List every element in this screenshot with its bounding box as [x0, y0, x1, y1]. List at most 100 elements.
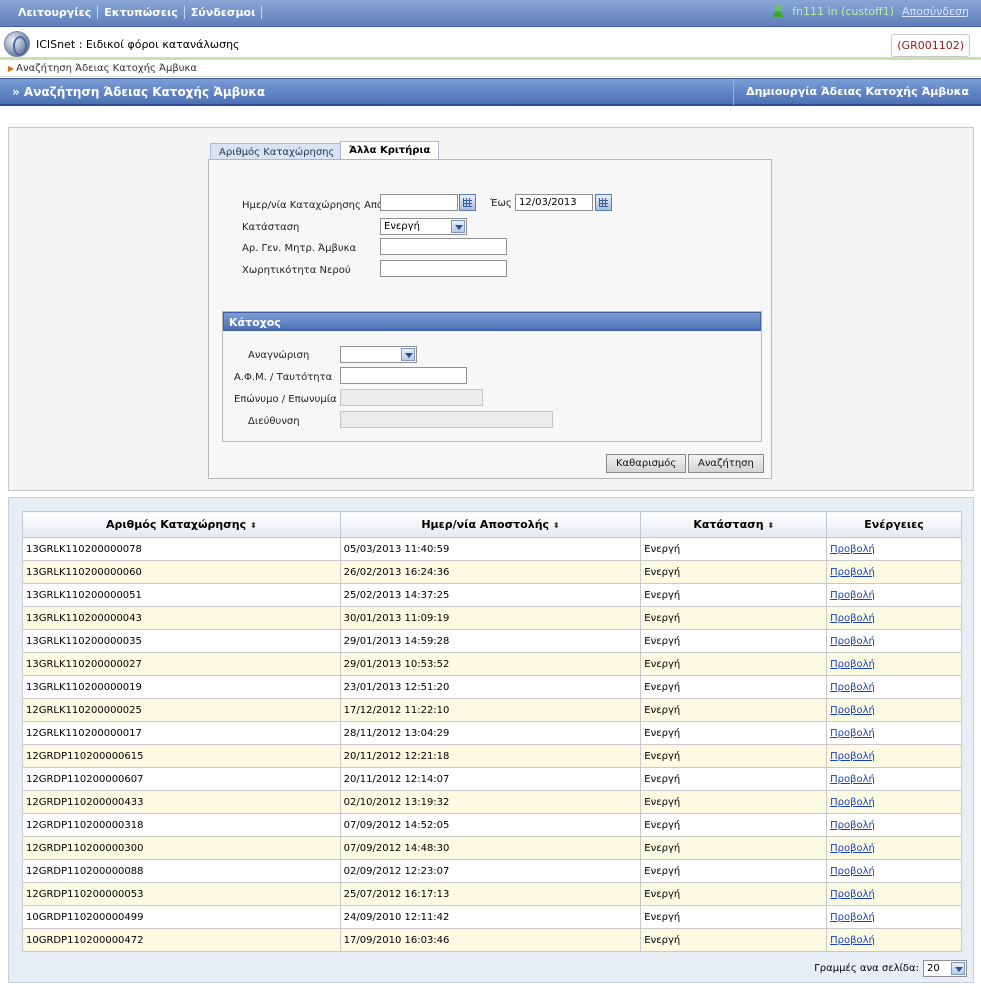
- col-actions: Ενέργειες: [826, 511, 962, 538]
- view-link[interactable]: Προβολή: [830, 613, 875, 624]
- tab-other-criteria[interactable]: Άλλα Κριτήρια: [340, 141, 440, 161]
- table-row: 10GRDP110200000499 24/09/2010 12:11:42 Ενε…: [22, 905, 962, 929]
- registration-number-cell: 12GRDP110200000300: [22, 836, 341, 860]
- rows-per-page-select[interactable]: 20: [923, 960, 967, 977]
- send-date-cell: 20/11/2012 12:14:07: [339, 767, 642, 791]
- registration-number-cell: 13GRLK110200000019: [22, 675, 341, 699]
- view-link[interactable]: Προβολή: [830, 590, 875, 601]
- date-to-input[interactable]: 12/03/2013: [515, 194, 593, 211]
- main-menu: Λειτουργίες Εκτυπώσεις Σύνδεσμοι: [12, 6, 263, 19]
- view-link[interactable]: Προβολή: [830, 866, 875, 877]
- results-panel: Αριθμός Καταχώρησης ⬍ Ημερ/νία Αποστολής…: [8, 497, 974, 983]
- chevron-down-icon: [401, 348, 415, 361]
- view-link[interactable]: Προβολή: [830, 889, 875, 900]
- search-button[interactable]: Αναζήτηση: [688, 454, 764, 473]
- status-label: Κατάσταση: [242, 222, 300, 233]
- menu-prints[interactable]: Εκτυπώσεις: [98, 6, 185, 19]
- view-link[interactable]: Προβολή: [830, 935, 875, 946]
- status-select-value: Ενεργή: [384, 221, 420, 232]
- send-date-cell: 25/02/2013 14:37:25: [339, 583, 642, 607]
- water-capacity-input[interactable]: [380, 260, 507, 277]
- gen-reg-label: Αρ. Γεν. Μητρ. Άμβυκα: [242, 243, 357, 254]
- menu-functions[interactable]: Λειτουργίες: [12, 6, 99, 19]
- view-link[interactable]: Προβολή: [830, 544, 875, 555]
- date-to-label: Έως: [490, 198, 512, 209]
- create-license-link[interactable]: Δημιουργία Άδειας Κατοχής Άμβυκα: [733, 79, 981, 105]
- table-row: 12GRDP110200000607 20/11/2012 12:14:07 Ενε…: [22, 767, 962, 791]
- date-from-label: Ημερ/νία Καταχώρησης Από: [242, 200, 384, 211]
- view-link[interactable]: Προβολή: [830, 728, 875, 739]
- globe-logo-icon: [4, 31, 30, 57]
- actions-cell: Προβολή: [826, 698, 962, 722]
- name-label: Επώνυμο / Επωνυμία: [234, 394, 337, 405]
- criteria-form: Ημερ/νία Καταχώρησης Από Έως 12/03/2013 …: [208, 159, 772, 479]
- logout-link[interactable]: Αποσύνδεση: [902, 5, 969, 18]
- pager: Γραμμές ανα σελίδα: 20: [814, 960, 967, 977]
- afm-input[interactable]: [340, 367, 467, 384]
- date-from-input[interactable]: [380, 194, 458, 211]
- table-row: 12GRDP110200000300 07/09/2012 14:48:30 Ενε…: [22, 836, 962, 860]
- breadcrumb-item[interactable]: Αναζήτηση Άδειας Κατοχής Άμβυκα: [16, 63, 197, 74]
- clear-button[interactable]: Καθαρισμός: [606, 454, 687, 473]
- registration-number-cell: 12GRLK110200000017: [22, 721, 341, 745]
- view-link[interactable]: Προβολή: [830, 682, 875, 693]
- status-select[interactable]: Ενεργή: [380, 218, 467, 235]
- date-to-calendar-icon[interactable]: [595, 194, 612, 211]
- view-link[interactable]: Προβολή: [830, 774, 875, 785]
- actions-cell: Προβολή: [826, 606, 962, 630]
- view-link[interactable]: Προβολή: [830, 820, 875, 831]
- status-cell: Ενεργή: [640, 560, 828, 584]
- send-date-cell: 20/11/2012 12:21:18: [339, 744, 642, 768]
- view-link[interactable]: Προβολή: [830, 751, 875, 762]
- menu-links[interactable]: Σύνδεσμοι: [185, 6, 263, 19]
- registration-number-cell: 12GRDP110200000088: [22, 859, 341, 883]
- view-link[interactable]: Προβολή: [830, 797, 875, 808]
- table-row: 12GRDP110200000615 20/11/2012 12:21:18 Ενε…: [22, 744, 962, 768]
- col-send-date[interactable]: Ημερ/νία Αποστολής ⬍: [339, 511, 642, 538]
- actions-cell: Προβολή: [826, 629, 962, 653]
- send-date-cell: 24/09/2010 12:11:42: [339, 905, 642, 929]
- send-date-cell: 05/03/2013 11:40:59: [339, 537, 642, 561]
- registration-number-cell: 10GRDP110200000499: [22, 905, 341, 929]
- status-cell: Ενεργή: [640, 537, 828, 561]
- app-title: ICISnet : Ειδικοί φόροι κατανάλωσης: [36, 38, 240, 51]
- chevron-down-icon: [451, 220, 465, 233]
- registration-number-cell: 13GRLK110200000043: [22, 606, 341, 630]
- send-date-cell: 29/01/2013 14:59:28: [339, 629, 642, 653]
- actions-cell: Προβολή: [826, 744, 962, 768]
- view-link[interactable]: Προβολή: [830, 567, 875, 578]
- view-link[interactable]: Προβολή: [830, 912, 875, 923]
- actions-cell: Προβολή: [826, 928, 962, 952]
- table-row: 12GRDP110200000433 02/10/2012 13:19:32 Ενε…: [22, 790, 962, 814]
- actions-cell: Προβολή: [826, 790, 962, 814]
- registration-number-cell: 12GRDP110200000053: [22, 882, 341, 906]
- view-link[interactable]: Προβολή: [830, 843, 875, 854]
- send-date-cell: 07/09/2012 14:48:30: [339, 836, 642, 860]
- actions-cell: Προβολή: [826, 721, 962, 745]
- registration-number-cell: 13GRLK110200000051: [22, 583, 341, 607]
- view-link[interactable]: Προβολή: [830, 636, 875, 647]
- status-cell: Ενεργή: [640, 859, 828, 883]
- gen-reg-input[interactable]: [380, 238, 507, 255]
- breadcrumb: ▶ Αναζήτηση Άδειας Κατοχής Άμβυκα: [0, 63, 981, 77]
- send-date-cell: 02/10/2012 13:19:32: [339, 790, 642, 814]
- table-header-row: Αριθμός Καταχώρησης ⬍ Ημερ/νία Αποστολής…: [22, 511, 962, 538]
- registration-number-cell: 13GRLK110200000078: [22, 537, 341, 561]
- send-date-cell: 23/01/2013 12:51:20: [339, 675, 642, 699]
- view-link[interactable]: Προβολή: [830, 659, 875, 670]
- afm-label: Α.Φ.Μ. / Ταυτότητα: [234, 372, 333, 383]
- table-row: 12GRDP110200000318 07/09/2012 14:52:05 Ενε…: [22, 813, 962, 837]
- col-registration-number[interactable]: Αριθμός Καταχώρησης ⬍: [22, 511, 341, 538]
- send-date-cell: 17/09/2010 16:03:46: [339, 928, 642, 952]
- registration-number-cell: 12GRDP110200000318: [22, 813, 341, 837]
- registration-number-cell: 13GRLK110200000027: [22, 652, 341, 676]
- view-link[interactable]: Προβολή: [830, 705, 875, 716]
- send-date-cell: 07/09/2012 14:52:05: [339, 813, 642, 837]
- actions-cell: Προβολή: [826, 675, 962, 699]
- user-area: fn111 ln (custoff1) Αποσύνδεση: [772, 5, 969, 18]
- sort-icon: ⬍: [249, 521, 257, 530]
- col-status[interactable]: Κατάσταση ⬍: [640, 511, 828, 538]
- date-from-calendar-icon[interactable]: [459, 194, 476, 211]
- ident-select[interactable]: [340, 346, 417, 363]
- status-cell: Ενεργή: [640, 882, 828, 906]
